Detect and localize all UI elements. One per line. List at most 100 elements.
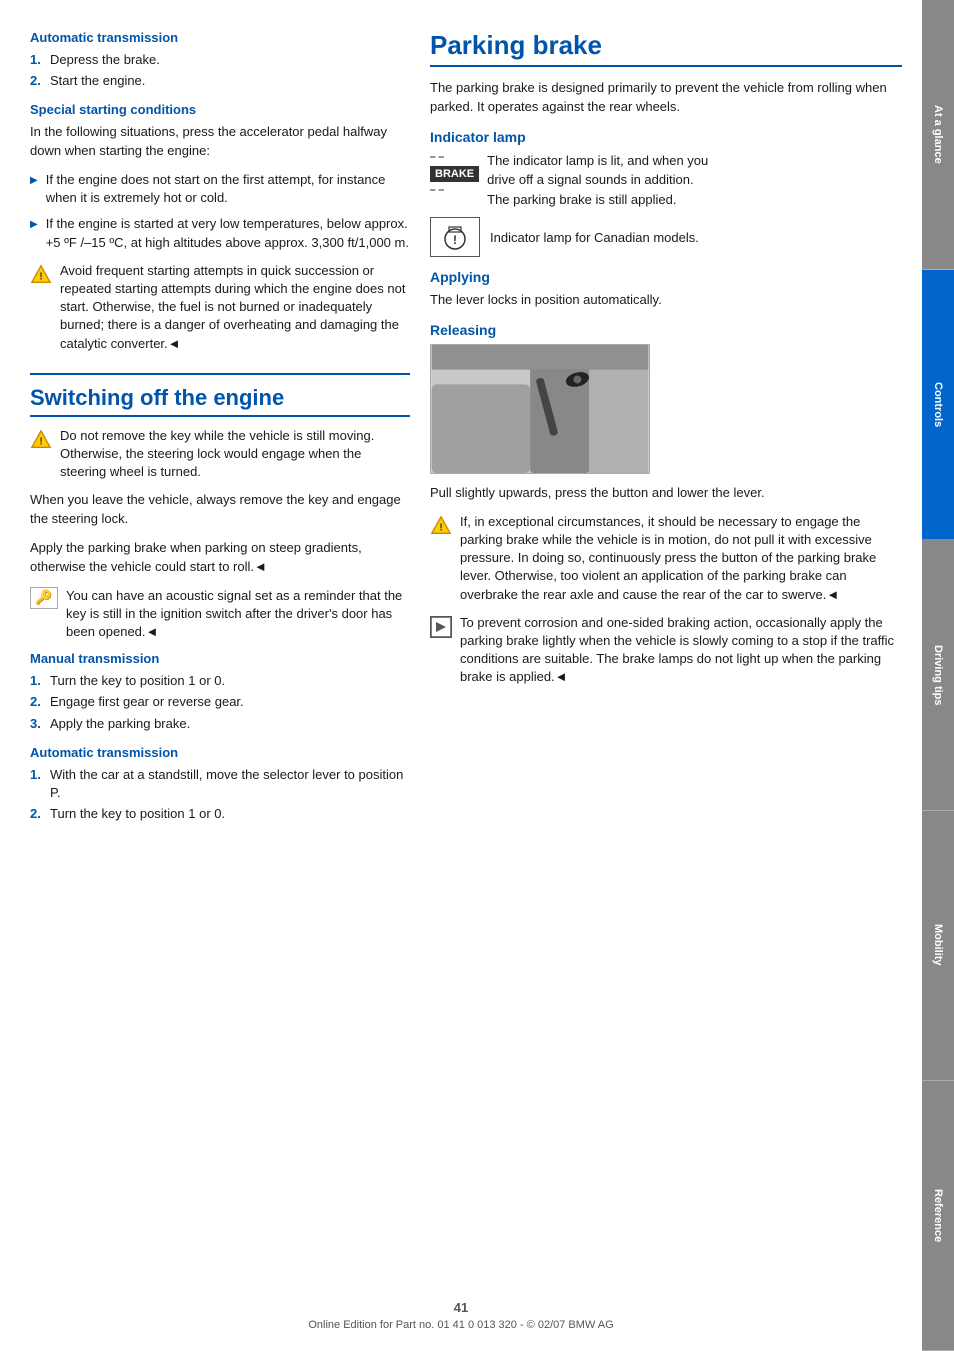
page-number: 41 bbox=[0, 1300, 922, 1315]
list-item: 3. Apply the parking brake. bbox=[30, 715, 410, 733]
warning-text: Do not remove the key while the vehicle … bbox=[60, 427, 410, 482]
canadian-indicator-row: ! Indicator lamp for Canadian models. bbox=[430, 217, 902, 257]
right-column: Parking brake The parking brake is desig… bbox=[430, 30, 902, 1311]
list-text: Start the engine. bbox=[50, 72, 145, 90]
special-starting-intro: In the following situations, press the a… bbox=[30, 123, 410, 161]
tab-at-glance[interactable]: At a glance bbox=[922, 0, 954, 270]
svg-text:!: ! bbox=[439, 522, 442, 533]
switching-off-note: 🔑 You can have an acoustic signal set as… bbox=[30, 587, 410, 642]
list-item: 2. Engage first gear or reverse gear. bbox=[30, 693, 410, 711]
left-column: Automatic transmission 1. Depress the br… bbox=[30, 30, 410, 1311]
bullet-text: If the engine does not start on the firs… bbox=[46, 171, 410, 207]
releasing-section: Releasing bbox=[430, 322, 902, 503]
switching-off-heading: Switching off the engine bbox=[30, 385, 410, 417]
applying-text: The lever locks in position automaticall… bbox=[430, 291, 902, 310]
list-num: 3. bbox=[30, 715, 44, 733]
list-num: 1. bbox=[30, 766, 44, 802]
tip-text: To prevent corrosion and one-sided braki… bbox=[460, 614, 902, 687]
main-content: Automatic transmission 1. Depress the br… bbox=[0, 0, 922, 1351]
list-item: 1. With the car at a standstill, move th… bbox=[30, 766, 410, 802]
switching-off-para2: Apply the parking brake when parking on … bbox=[30, 539, 410, 577]
parking-brake-image bbox=[430, 344, 650, 474]
list-item: 2. Start the engine. bbox=[30, 72, 410, 90]
list-num: 2. bbox=[30, 805, 44, 823]
brake-descriptions: The indicator lamp is lit, and when you … bbox=[487, 151, 708, 210]
switching-off-section: Switching off the engine ! Do not remove… bbox=[30, 373, 410, 824]
bullet-icon: ▶ bbox=[30, 174, 38, 207]
list-num: 2. bbox=[30, 72, 44, 90]
tab-driving-tips[interactable]: Driving tips bbox=[922, 540, 954, 810]
applying-heading: Applying bbox=[430, 269, 902, 285]
auto-trans-heading-1: Automatic transmission bbox=[30, 30, 410, 45]
footer-text: Online Edition for Part no. 01 41 0 013 … bbox=[0, 1319, 922, 1331]
parking-brake-heading: Parking brake bbox=[430, 30, 902, 67]
brake-box: ⎯ ⎯ BRAKE ⎯ ⎯ bbox=[430, 151, 479, 197]
tab-mobility-label: Mobility bbox=[932, 924, 944, 966]
page-footer: 41 Online Edition for Part no. 01 41 0 0… bbox=[0, 1300, 922, 1331]
special-starting-warning: ! Avoid frequent starting attempts in qu… bbox=[30, 262, 410, 353]
brake-label: BRAKE bbox=[430, 166, 479, 182]
auto-trans-section-1: Automatic transmission 1. Depress the br… bbox=[30, 30, 410, 90]
list-num: 1. bbox=[30, 51, 44, 69]
tab-controls-label: Controls bbox=[932, 382, 944, 427]
brake-line-2: BRAKE bbox=[430, 166, 479, 182]
brake-desc-3: The parking brake is still applied. bbox=[487, 190, 708, 210]
auto-trans-list-1: 1. Depress the brake. 2. Start the engin… bbox=[30, 51, 410, 90]
tab-driving-label: Driving tips bbox=[932, 645, 944, 706]
tab-at-glance-label: At a glance bbox=[932, 105, 944, 164]
page-wrapper: Automatic transmission 1. Depress the br… bbox=[0, 0, 954, 1351]
canadian-text: Indicator lamp for Canadian models. bbox=[490, 230, 699, 245]
tab-controls[interactable]: Controls bbox=[922, 270, 954, 540]
warning-icon: ! bbox=[30, 429, 52, 451]
special-starting-bullets: ▶ If the engine does not start on the fi… bbox=[30, 171, 410, 252]
warning-text: If, in exceptional circumstances, it sho… bbox=[460, 513, 902, 604]
auto-trans-section-2: Automatic transmission 1. With the car a… bbox=[30, 745, 410, 824]
applying-section: Applying The lever locks in position aut… bbox=[430, 269, 902, 310]
canadian-indicator-box: ! bbox=[430, 217, 480, 257]
indicator-lamp-section: Indicator lamp ⎯ ⎯ BRAKE ⎯ ⎯ bbox=[430, 129, 902, 258]
list-num: 1. bbox=[30, 672, 44, 690]
manual-trans-section: Manual transmission 1. Turn the key to p… bbox=[30, 651, 410, 733]
auto-trans-heading-2: Automatic transmission bbox=[30, 745, 410, 760]
list-num: 2. bbox=[30, 693, 44, 711]
note-text: You can have an acoustic signal set as a… bbox=[66, 587, 410, 642]
special-starting-section: Special starting conditions In the follo… bbox=[30, 102, 410, 352]
tab-reference-label: Reference bbox=[932, 1189, 944, 1242]
list-text: With the car at a standstill, move the s… bbox=[50, 766, 410, 802]
tab-mobility[interactable]: Mobility bbox=[922, 811, 954, 1081]
warning-icon: ! bbox=[430, 515, 452, 537]
brake-line-3: ⎯ ⎯ bbox=[430, 184, 479, 197]
manual-trans-heading: Manual transmission bbox=[30, 651, 410, 666]
bullet-icon: ▶ bbox=[30, 218, 38, 251]
key-icon: 🔑 bbox=[30, 587, 58, 609]
brake-line-1: ⎯ ⎯ bbox=[430, 151, 479, 164]
right-tabs: At a glance Controls Driving tips Mobili… bbox=[922, 0, 954, 1351]
warning-icon: ! bbox=[30, 264, 52, 286]
svg-text:!: ! bbox=[39, 436, 42, 447]
tip-icon bbox=[430, 616, 452, 638]
special-starting-heading: Special starting conditions bbox=[30, 102, 410, 117]
list-item: ▶ If the engine is started at very low t… bbox=[30, 215, 410, 251]
tip-box: To prevent corrosion and one-sided braki… bbox=[430, 614, 902, 687]
switching-off-para1: When you leave the vehicle, always remov… bbox=[30, 491, 410, 529]
releasing-caption: Pull slightly upwards, press the button … bbox=[430, 484, 902, 503]
brake-desc-2: drive off a signal sounds in addition. bbox=[487, 170, 708, 190]
bullet-text: If the engine is started at very low tem… bbox=[46, 215, 410, 251]
manual-trans-list: 1. Turn the key to position 1 or 0. 2. E… bbox=[30, 672, 410, 733]
list-text: Apply the parking brake. bbox=[50, 715, 190, 733]
warning-text: Avoid frequent starting attempts in quic… bbox=[60, 262, 410, 353]
list-text: Turn the key to position 1 or 0. bbox=[50, 805, 225, 823]
svg-text:!: ! bbox=[453, 233, 457, 247]
list-text: Turn the key to position 1 or 0. bbox=[50, 672, 225, 690]
list-text: Depress the brake. bbox=[50, 51, 160, 69]
list-text: Engage first gear or reverse gear. bbox=[50, 693, 244, 711]
list-item: 1. Turn the key to position 1 or 0. bbox=[30, 672, 410, 690]
switching-off-warning1: ! Do not remove the key while the vehicl… bbox=[30, 427, 410, 482]
svg-text:!: ! bbox=[39, 271, 42, 282]
list-item: ▶ If the engine does not start on the fi… bbox=[30, 171, 410, 207]
releasing-heading: Releasing bbox=[430, 322, 902, 338]
tab-reference[interactable]: Reference bbox=[922, 1081, 954, 1351]
parking-brake-intro: The parking brake is designed primarily … bbox=[430, 79, 902, 117]
releasing-warning: ! If, in exceptional circumstances, it s… bbox=[430, 513, 902, 604]
brake-indicator: ⎯ ⎯ BRAKE ⎯ ⎯ The indicator lamp is lit,… bbox=[430, 151, 902, 210]
